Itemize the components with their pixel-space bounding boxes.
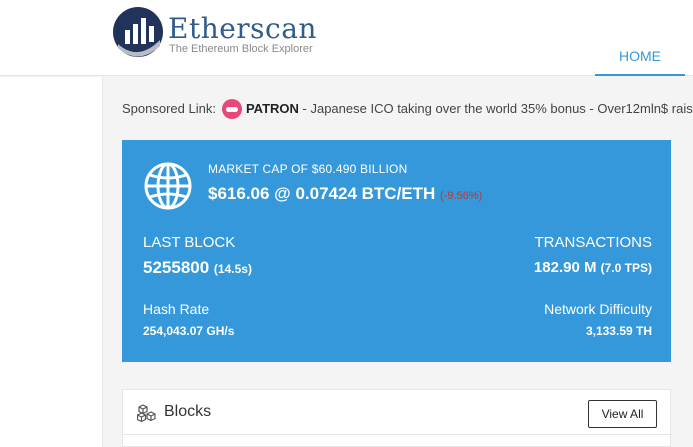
logo-tagline: The Ethereum Block Explorer bbox=[169, 43, 313, 55]
market-cap-label: MARKET CAP OF $60.490 BILLION bbox=[208, 162, 408, 176]
network-difficulty-label: Network Difficulty bbox=[544, 301, 652, 317]
hash-rate-value[interactable]: 254,043.07 GH/s bbox=[143, 324, 234, 338]
network-difficulty-value[interactable]: 3,133.59 TH bbox=[586, 324, 652, 338]
last-block-number[interactable]: 5255800 bbox=[143, 258, 209, 277]
last-block-label: LAST BLOCK bbox=[143, 234, 236, 251]
sponsor-text[interactable]: - Japanese ICO taking over the world 35%… bbox=[299, 101, 693, 116]
blocks-divider bbox=[123, 434, 672, 435]
transactions-count[interactable]: 182.90 M bbox=[534, 259, 597, 276]
ether-price-value: $616.06 @ 0.07424 BTC/ETH bbox=[208, 184, 436, 203]
sponsored-link[interactable]: Sponsored Link: PATRON - Japanese ICO tak… bbox=[122, 97, 693, 121]
transactions-tps: (7.0 TPS) bbox=[600, 261, 652, 275]
last-block-time: (14.5s) bbox=[213, 262, 252, 276]
nav-home[interactable]: HOME bbox=[595, 40, 685, 76]
last-block-value: 5255800 (14.5s) bbox=[143, 258, 252, 278]
logo-wordmark: Etherscan bbox=[168, 12, 317, 45]
cubes-icon bbox=[137, 404, 156, 422]
ether-price: $616.06 @ 0.07424 BTC/ETH (-9.56%) bbox=[208, 184, 482, 204]
transactions-label: TRANSACTIONS bbox=[534, 234, 652, 251]
site-header: Etherscan The Ethereum Block Explorer HO… bbox=[0, 0, 693, 76]
view-all-blocks-button[interactable]: View All bbox=[588, 400, 657, 428]
left-side-panel bbox=[0, 77, 103, 447]
logo-mark-icon bbox=[113, 7, 163, 57]
sponsor-name[interactable]: PATRON bbox=[246, 101, 299, 116]
patron-mustache-icon bbox=[221, 98, 242, 119]
blocks-title: Blocks bbox=[164, 403, 212, 420]
market-stats-card: MARKET CAP OF $60.490 BILLION $616.06 @ … bbox=[122, 140, 671, 362]
hash-rate-label: Hash Rate bbox=[143, 301, 210, 317]
etherscan-logo[interactable]: Etherscan The Ethereum Block Explorer bbox=[112, 6, 332, 62]
blocks-panel: Blocks View All bbox=[122, 389, 672, 447]
transactions-value: 182.90 M (7.0 TPS) bbox=[534, 259, 652, 276]
sponsored-label: Sponsored Link: bbox=[122, 101, 216, 116]
price-change: (-9.56%) bbox=[440, 190, 483, 202]
globe-icon bbox=[144, 162, 192, 210]
